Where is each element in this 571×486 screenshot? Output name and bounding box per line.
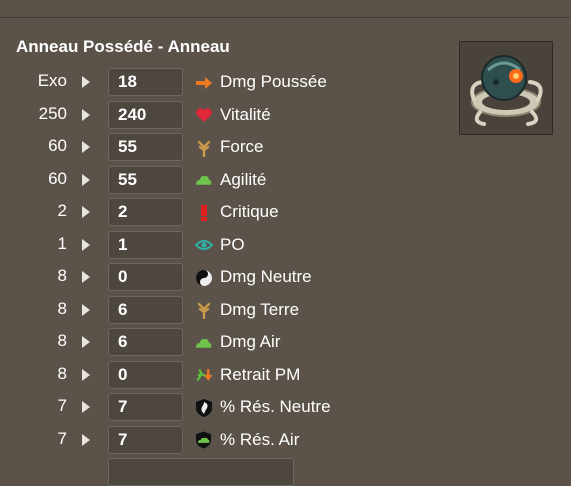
caret-right-icon[interactable] <box>82 368 90 381</box>
caret-right-icon[interactable] <box>82 433 90 446</box>
air-icon <box>194 333 213 352</box>
stat-base-value: 8 <box>57 266 67 285</box>
caret-right-icon[interactable] <box>82 108 90 121</box>
top-bar <box>0 0 571 18</box>
earth-icon <box>194 301 213 320</box>
stat-row: 8 0 Retrait PM <box>0 359 460 392</box>
stat-base-value: 60 <box>48 136 67 155</box>
stat-label: % Rés. Neutre <box>220 397 331 416</box>
earth-icon <box>194 138 213 157</box>
stat-label: % Rés. Air <box>220 429 300 449</box>
neutral-resistance-icon <box>194 398 213 417</box>
item-title: Anneau Possédé - Anneau <box>16 37 230 56</box>
stat-row: 2 2 Critique <box>0 196 460 229</box>
stat-value-input[interactable]: 6 <box>108 328 183 356</box>
stat-row: 7 7 % Rés. Air <box>0 424 460 457</box>
stat-label: Agilité <box>220 169 267 189</box>
stat-value-input[interactable]: 0 <box>108 263 183 291</box>
stat-row: 60 55 Force <box>0 131 460 164</box>
stat-label: Critique <box>220 202 279 221</box>
stat-value-input[interactable]: 2 <box>108 198 183 226</box>
mp-removal-icon <box>194 366 213 385</box>
stat-row: 8 0 Dmg Neutre <box>0 261 460 294</box>
caret-right-icon[interactable] <box>82 206 90 218</box>
stat-label: Retrait PM <box>220 364 301 384</box>
air-icon <box>194 171 213 190</box>
stat-value-input[interactable]: 7 <box>108 425 183 454</box>
caret-right-icon[interactable] <box>82 173 90 186</box>
stat-base-value: 7 <box>57 396 67 415</box>
stat-row: 250 240 Vitalité <box>0 99 460 132</box>
partial-input[interactable] <box>108 458 294 486</box>
stat-label: Vitalité <box>220 104 271 124</box>
caret-right-icon[interactable] <box>82 336 90 348</box>
stat-base-value: 1 <box>57 233 67 253</box>
stat-value-input[interactable]: 18 <box>108 68 183 96</box>
stat-base-value: 60 <box>48 168 67 188</box>
stat-base-value: 250 <box>38 103 67 123</box>
stat-value-input[interactable]: 7 <box>108 393 183 421</box>
stat-value-input[interactable]: 6 <box>108 295 183 324</box>
stat-row: Exo 18 Dmg Poussée <box>0 66 460 99</box>
caret-right-icon[interactable] <box>82 76 90 88</box>
stat-base-value: 2 <box>57 201 67 220</box>
stat-value-input[interactable]: 55 <box>108 133 183 161</box>
stat-label: Force <box>220 137 264 156</box>
stat-base-value: 8 <box>57 298 67 318</box>
stat-row: 8 6 Dmg Terre <box>0 294 460 327</box>
stat-label: Dmg Air <box>220 332 281 351</box>
critical-icon <box>194 203 213 222</box>
caret-right-icon[interactable] <box>82 271 90 283</box>
range-eye-icon <box>194 236 213 255</box>
stat-value-input[interactable]: 240 <box>108 100 183 129</box>
stat-base-value: 7 <box>57 428 67 448</box>
stat-value-input[interactable]: 0 <box>108 360 183 389</box>
stat-value-input[interactable]: 55 <box>108 165 183 194</box>
stat-base-value: 8 <box>57 331 67 350</box>
caret-right-icon[interactable] <box>82 401 90 413</box>
heart-icon <box>194 106 213 125</box>
stat-row: 1 1 PO <box>0 229 460 262</box>
caret-right-icon[interactable] <box>82 238 90 251</box>
stat-value-input[interactable]: 1 <box>108 230 183 259</box>
partial-row <box>0 456 460 486</box>
stat-list: Exo 18 Dmg Poussée 250 240 Vitalité 60 55 Force 6… <box>0 66 460 456</box>
air-resistance-icon <box>194 431 213 450</box>
stat-base-value: Exo <box>37 71 67 90</box>
stat-base-value: 8 <box>57 363 67 383</box>
possessed-ring-icon <box>459 41 553 135</box>
stat-label: PO <box>220 234 245 254</box>
stat-label: Dmg Poussée <box>220 72 327 91</box>
stat-label: Dmg Neutre <box>220 267 312 286</box>
stat-row: 8 6 Dmg Air <box>0 326 460 359</box>
caret-right-icon[interactable] <box>82 303 90 316</box>
push-damage-icon <box>194 73 213 92</box>
stat-row: 60 55 Agilité <box>0 164 460 197</box>
neutral-icon <box>194 268 213 287</box>
stat-label: Dmg Terre <box>220 299 300 319</box>
caret-right-icon[interactable] <box>82 141 90 153</box>
stat-row: 7 7 % Rés. Neutre <box>0 391 460 424</box>
